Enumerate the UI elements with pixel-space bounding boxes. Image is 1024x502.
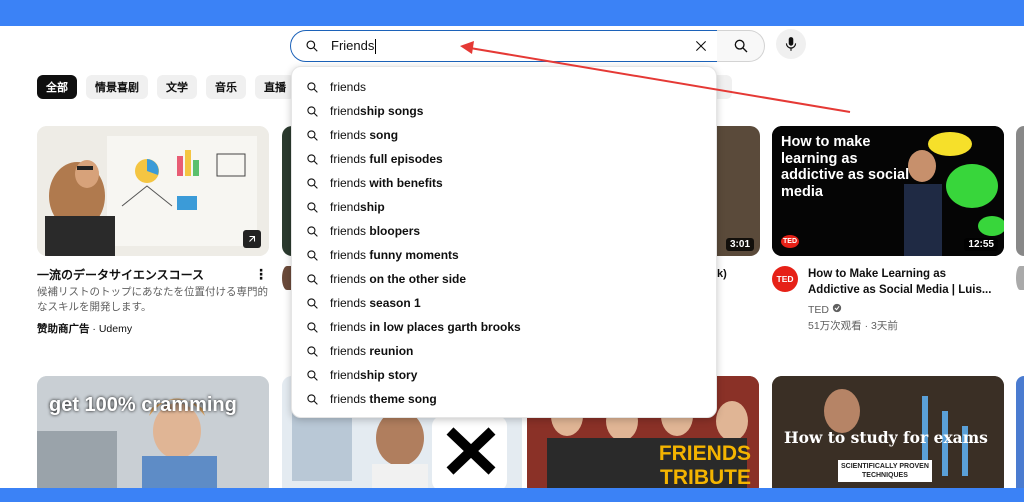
search-icon	[304, 295, 320, 311]
channel-avatar[interactable]: TED	[772, 266, 798, 292]
video-thumbnail[interactable]: How to study for exams SCIENTIFICALLY PR…	[772, 376, 1004, 488]
search-icon	[304, 127, 320, 143]
search-icon	[304, 151, 320, 167]
search-icon	[304, 271, 320, 287]
search-suggestions-dropdown: friends friendship songs friends song fr…	[291, 66, 717, 418]
suggestion-item[interactable]: friends funny moments	[292, 243, 716, 267]
search-icon	[304, 79, 320, 95]
suggestion-item[interactable]: friends with benefits	[292, 171, 716, 195]
chip-live[interactable]: 直播	[255, 75, 295, 99]
search-icon	[304, 319, 320, 335]
channel-avatar[interactable]	[1016, 266, 1024, 290]
search-icon	[304, 367, 320, 383]
close-icon	[695, 40, 707, 52]
ted-logo: TED	[781, 235, 799, 248]
youtube-page: Friends 全部 情景喜剧 文学 音乐 直播 3:01 How to mak…	[0, 26, 1024, 488]
suggestion-item[interactable]: friends	[292, 75, 716, 99]
thumbnail-caption: How to make learning as addictive as soc…	[781, 134, 910, 201]
suggestion-item[interactable]: friendship story	[292, 363, 716, 387]
suggestion-item[interactable]: friendship songs	[292, 99, 716, 123]
search-input[interactable]: Friends	[331, 38, 377, 55]
ad-sponsor-line: 赞助商广告 · Udemy	[37, 323, 133, 335]
video-stats: 51万次观看 · 3天前	[808, 320, 898, 332]
search-input-box[interactable]: Friends	[290, 30, 718, 62]
search-icon	[304, 247, 320, 263]
duration-badge: 3:01	[725, 238, 754, 251]
search-icon	[304, 223, 320, 239]
search-icon	[304, 391, 320, 407]
search-icon	[304, 175, 320, 191]
search-icon	[304, 199, 320, 215]
ad-thumbnail[interactable]	[37, 126, 269, 256]
duration-badge: 12:55	[964, 238, 998, 251]
search-icon	[304, 343, 320, 359]
chip-literature[interactable]: 文学	[157, 75, 197, 99]
thumbnail-caption: How to study for exams	[784, 428, 988, 447]
search-icon	[303, 37, 321, 55]
video-title-fragment[interactable]: k)	[717, 266, 727, 282]
ted-video-thumbnail[interactable]: How to make learning as addictive as soc…	[772, 126, 1004, 256]
suggestion-item[interactable]: friends bloopers	[292, 219, 716, 243]
video-title[interactable]: How to Make Learning as Addictive as Soc…	[808, 266, 998, 298]
category-chips: 全部 情景喜剧 文学 音乐 直播	[37, 75, 295, 99]
suggestion-item[interactable]: friendship	[292, 195, 716, 219]
search-icon	[304, 103, 320, 119]
video-thumbnail-partial[interactable]	[1016, 126, 1024, 256]
ad-title[interactable]: 一流のデータサイエンスコース	[37, 266, 237, 283]
chip-music[interactable]: 音乐	[206, 75, 246, 99]
thumbnail-caption: FRIENDS TRIBUTE	[658, 441, 751, 488]
clear-search-button[interactable]	[691, 36, 711, 56]
suggestion-item[interactable]: friends reunion	[292, 339, 716, 363]
chip-all[interactable]: 全部	[37, 75, 77, 99]
suggestion-item[interactable]: friends song	[292, 123, 716, 147]
search-icon	[734, 39, 747, 53]
video-thumbnail-partial[interactable]: 3:01	[716, 126, 760, 256]
verified-icon	[832, 303, 842, 316]
suggestion-item[interactable]: friends on the other side	[292, 267, 716, 291]
video-thumbnail-partial[interactable]	[1016, 376, 1024, 488]
search-button[interactable]	[717, 30, 765, 62]
voice-search-button[interactable]	[776, 29, 806, 59]
chip-sitcom[interactable]: 情景喜剧	[86, 75, 148, 99]
thumbnail-subcaption: SCIENTIFICALLY PROVEN TECHNIQUES	[838, 460, 932, 482]
external-link-icon[interactable]	[243, 230, 261, 248]
channel-name[interactable]: TED	[808, 303, 842, 316]
ad-description: 候補リストのトップにあなたを位置付ける専門的なスキルを開発します。	[37, 286, 268, 313]
suggestion-item[interactable]: friends season 1	[292, 291, 716, 315]
suggestion-item[interactable]: friends full episodes	[292, 147, 716, 171]
more-options-icon[interactable]: ⋮	[254, 267, 268, 281]
thumbnail-caption: get 100% cramming	[49, 394, 237, 416]
microphone-icon	[785, 37, 797, 51]
suggestion-item[interactable]: friends in low places garth brooks	[292, 315, 716, 339]
video-thumbnail[interactable]: get 100% cramming	[37, 376, 269, 488]
suggestion-item[interactable]: friends theme song	[292, 387, 716, 411]
